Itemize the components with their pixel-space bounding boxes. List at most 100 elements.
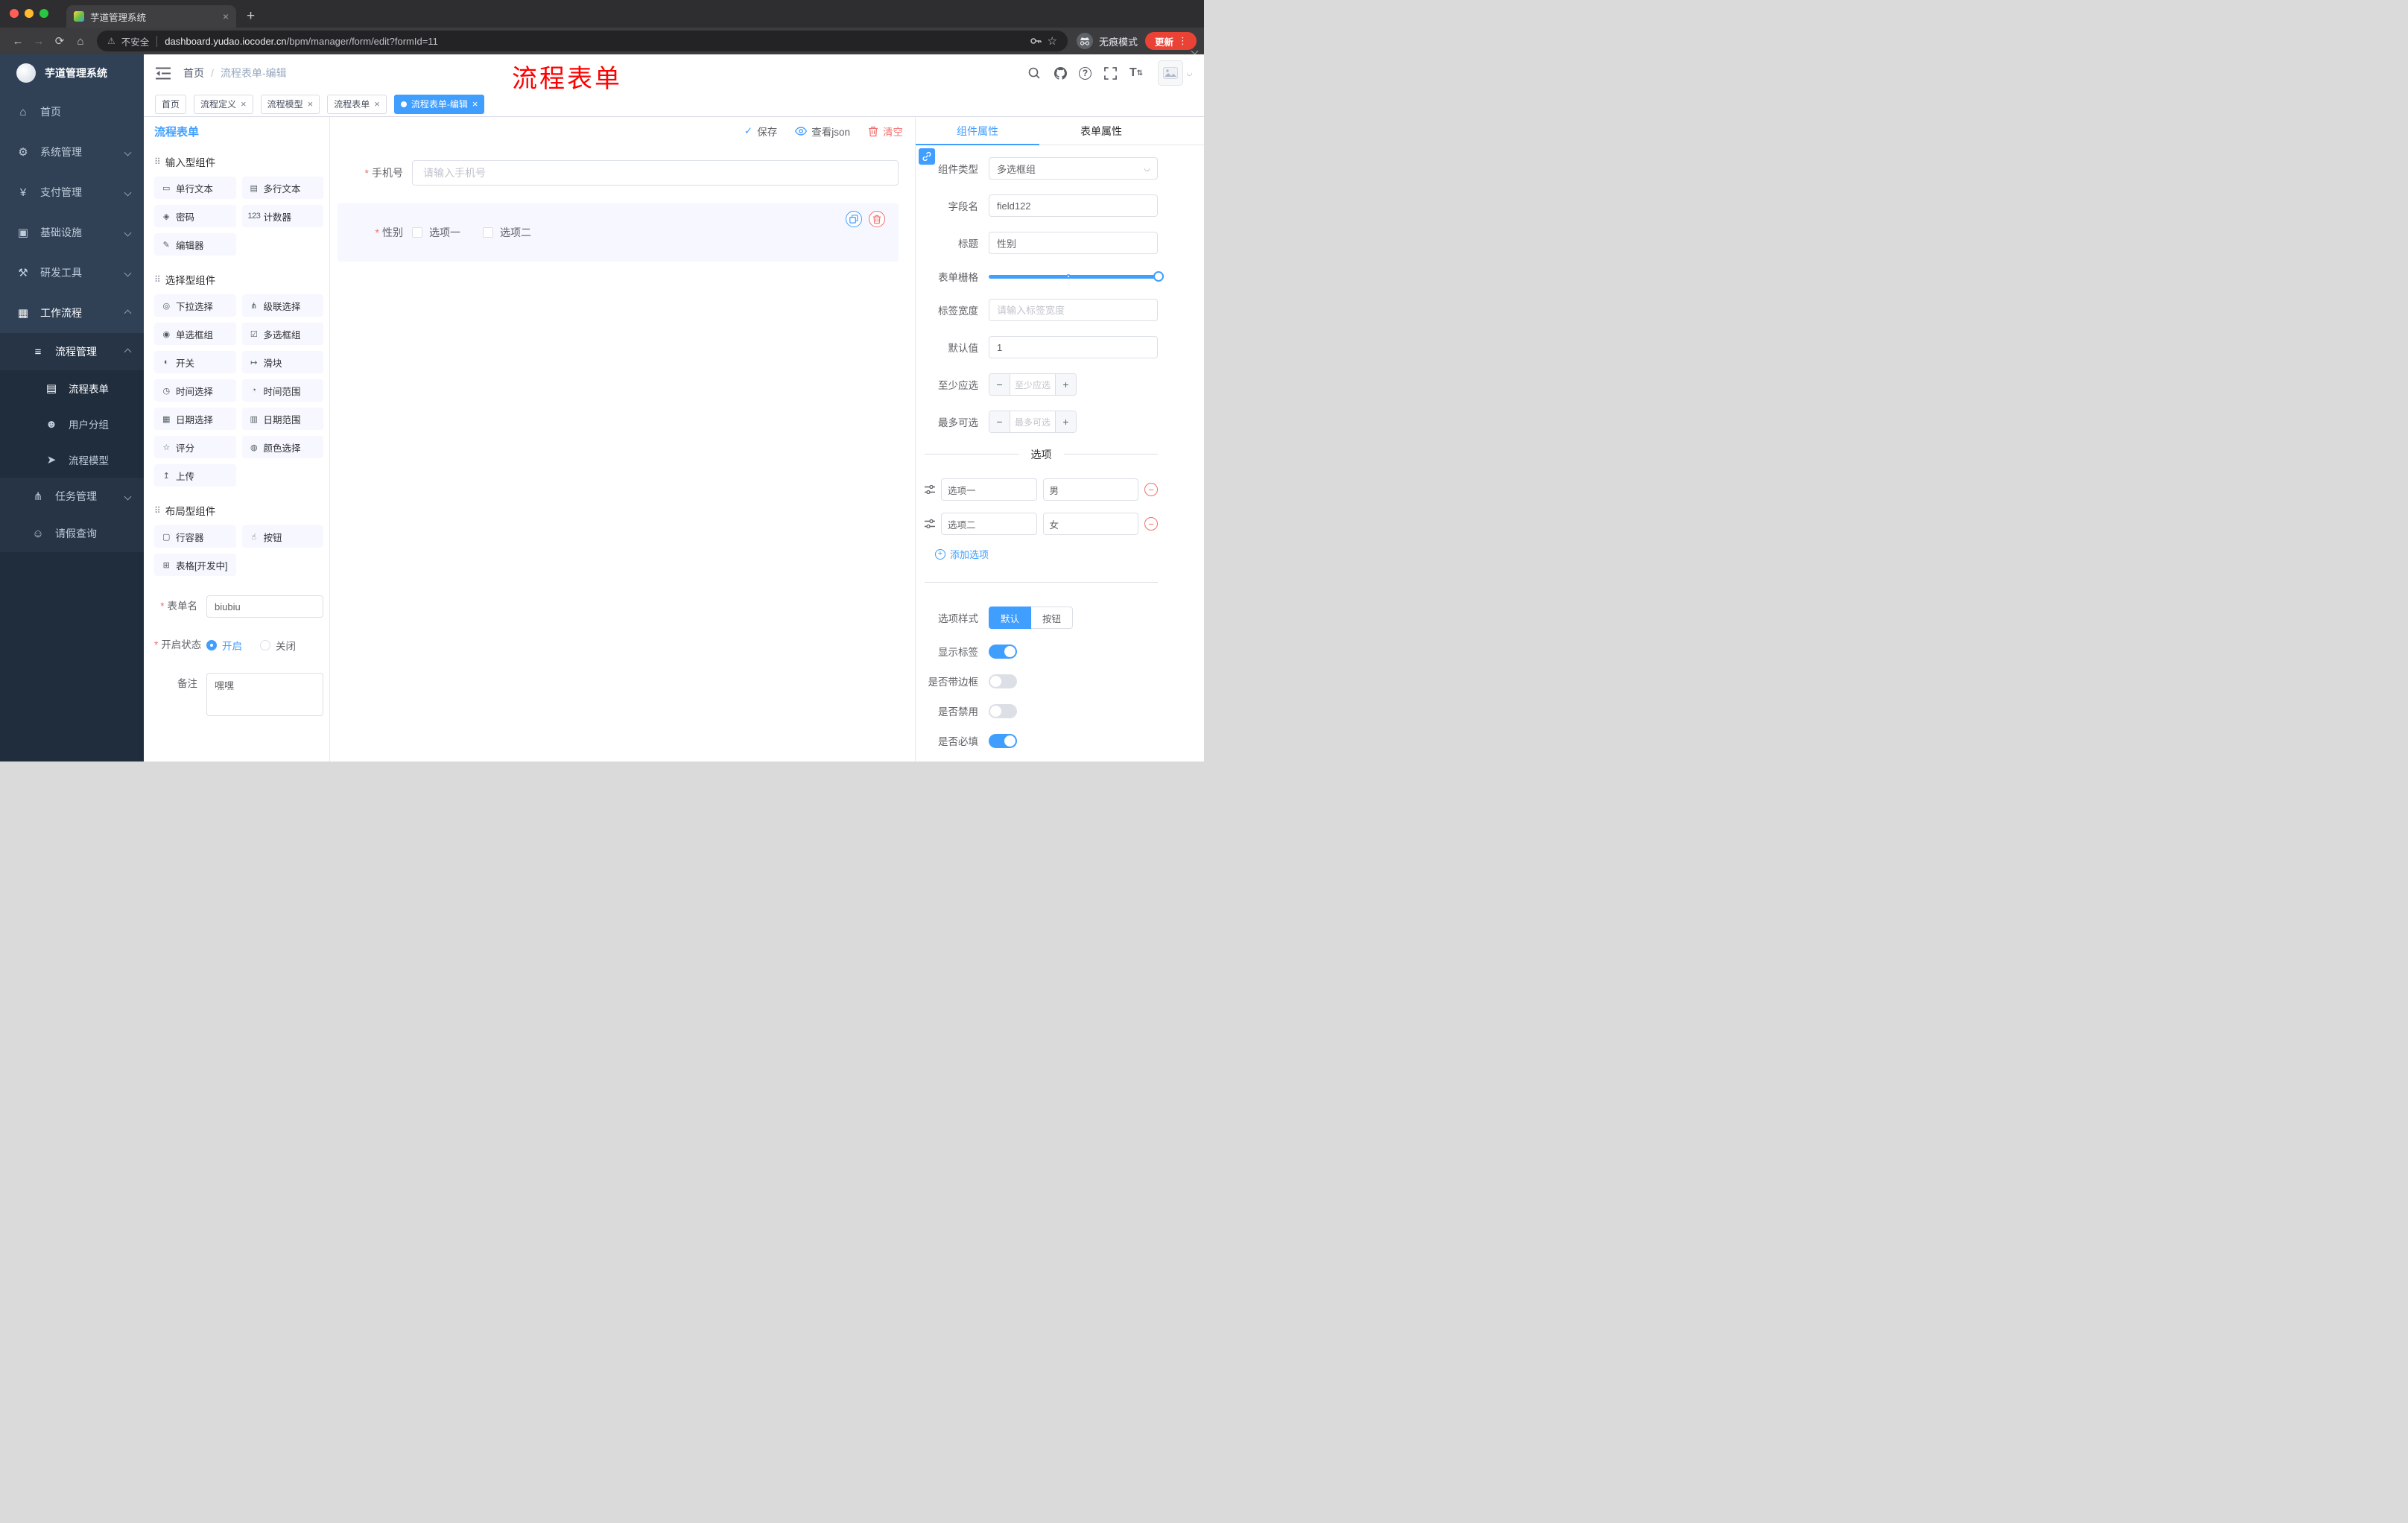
- forward-button[interactable]: →: [28, 31, 49, 51]
- github-icon[interactable]: [1053, 66, 1068, 80]
- style-button-button[interactable]: 按钮: [1031, 607, 1074, 629]
- tag-process-definition[interactable]: 流程定义 ×: [194, 94, 253, 114]
- sidebar-item-task-management[interactable]: ⋔ 任务管理: [0, 478, 144, 515]
- close-icon[interactable]: ×: [374, 99, 380, 109]
- palette-item-checkbox-group[interactable]: ☑ 多选框组: [241, 323, 323, 345]
- option-drag-handle-icon[interactable]: [925, 519, 935, 528]
- tab-form-props[interactable]: 表单属性: [1039, 117, 1163, 145]
- slider-handle[interactable]: [1153, 271, 1164, 282]
- browser-update-button[interactable]: 更新 ⋮: [1144, 32, 1197, 50]
- default-value-input[interactable]: [989, 336, 1158, 358]
- palette-item-color-picker[interactable]: ◍ 颜色选择: [241, 436, 323, 458]
- user-menu[interactable]: [1158, 60, 1194, 86]
- sidebar-item-payment-management[interactable]: ¥ 支付管理: [0, 172, 144, 212]
- disabled-switch[interactable]: [989, 703, 1017, 718]
- label-width-input[interactable]: [989, 299, 1158, 321]
- incognito-badge[interactable]: 无痕模式: [1076, 33, 1138, 49]
- font-size-icon[interactable]: T ⇅: [1129, 66, 1144, 80]
- component-type-select[interactable]: 多选框组: [989, 157, 1158, 180]
- palette-item-time-range[interactable]: ◔ 时间范围: [241, 379, 323, 402]
- tag-process-form[interactable]: 流程表单 ×: [327, 94, 387, 114]
- palette-item-row-container[interactable]: ▢ 行容器: [154, 525, 236, 548]
- address-bar[interactable]: ⚠ 不安全 dashboard.yudao.iocoder.cn/bpm/man…: [97, 31, 1068, 51]
- max-select-value[interactable]: 最多可选: [1010, 411, 1055, 432]
- slider-track[interactable]: [989, 274, 1158, 279]
- browser-menu-icon[interactable]: ⋮: [1173, 35, 1193, 47]
- sidebar-item-home[interactable]: ⌂ 首页: [0, 92, 144, 132]
- option-2-name-input[interactable]: [941, 513, 1037, 535]
- tab-component-props[interactable]: 组件属性: [916, 117, 1039, 145]
- palette-item-editor[interactable]: ✎ 编辑器: [154, 233, 236, 256]
- field-name-input[interactable]: [989, 194, 1158, 217]
- palette-item-multi-line-text[interactable]: ▤ 多行文本: [241, 177, 323, 199]
- option-1-name-input[interactable]: [941, 478, 1037, 501]
- copy-component-button[interactable]: [846, 211, 862, 227]
- palette-item-upload[interactable]: ↥ 上传: [154, 464, 236, 487]
- sidebar-item-process-management[interactable]: ≡ 流程管理: [0, 333, 144, 370]
- status-on-radio[interactable]: 开启: [206, 638, 242, 653]
- gender-option-1-checkbox[interactable]: 选项一: [412, 225, 460, 240]
- canvas-body[interactable]: 手机号 性别 选项一 选项二: [330, 145, 915, 762]
- style-default-button[interactable]: 默认: [989, 607, 1032, 629]
- palette-item-date-picker[interactable]: ▦ 日期选择: [154, 408, 236, 430]
- increase-button[interactable]: +: [1055, 411, 1076, 432]
- palette-item-time-picker[interactable]: ◷ 时间选择: [154, 379, 236, 402]
- title-input[interactable]: [989, 232, 1158, 254]
- help-icon[interactable]: ?: [1079, 66, 1091, 80]
- tab-close-icon[interactable]: ×: [223, 11, 229, 22]
- delete-component-button[interactable]: [869, 211, 885, 227]
- palette-item-date-range[interactable]: ▥ 日期范围: [241, 408, 323, 430]
- palette-item-radio-group[interactable]: ◉ 单选框组: [154, 323, 236, 345]
- form-grid-slider[interactable]: [989, 270, 1164, 282]
- sidebar-item-process-form[interactable]: ▤ 流程表单: [0, 370, 144, 406]
- palette-item-select[interactable]: ◎ 下拉选择: [154, 294, 236, 317]
- decrease-button[interactable]: −: [989, 411, 1010, 432]
- link-icon[interactable]: [919, 148, 935, 165]
- remove-option-button[interactable]: −: [1144, 483, 1158, 496]
- sidebar-item-process-model[interactable]: ➤ 流程模型: [0, 442, 144, 478]
- increase-button[interactable]: +: [1055, 374, 1076, 395]
- hamburger-fold-icon[interactable]: [156, 67, 171, 80]
- status-off-radio[interactable]: 关闭: [260, 638, 296, 653]
- search-icon[interactable]: [1027, 66, 1042, 80]
- save-button[interactable]: ✓ 保存: [744, 124, 777, 139]
- min-select-value[interactable]: 至少应选: [1010, 374, 1055, 395]
- palette-item-slider[interactable]: ↦ 滑块: [241, 351, 323, 373]
- sidebar-item-leave-query[interactable]: ☺ 请假查询: [0, 515, 144, 552]
- password-key-icon[interactable]: [1030, 35, 1042, 47]
- form-remark-textarea[interactable]: 嘿嘿: [206, 673, 323, 716]
- tag-home[interactable]: 首页: [155, 94, 187, 114]
- border-switch[interactable]: [989, 674, 1017, 688]
- palette-item-switch[interactable]: ◐ 开关: [154, 351, 236, 373]
- close-icon[interactable]: ×: [241, 99, 247, 109]
- gender-field-selected[interactable]: 性别 选项一 选项二: [338, 203, 899, 262]
- back-button[interactable]: ←: [7, 31, 28, 51]
- phone-field-row[interactable]: 手机号: [338, 160, 899, 186]
- new-tab-button[interactable]: +: [247, 8, 255, 25]
- decrease-button[interactable]: −: [989, 374, 1010, 395]
- gender-option-2-checkbox[interactable]: 选项二: [483, 225, 531, 240]
- tag-process-form-edit[interactable]: 流程表单-编辑 ×: [393, 94, 485, 114]
- palette-item-single-line-text[interactable]: ▭ 单行文本: [154, 177, 236, 199]
- reload-button[interactable]: ⟳: [49, 31, 70, 51]
- sidebar-item-system-management[interactable]: ⚙ 系统管理: [0, 132, 144, 172]
- fullscreen-icon[interactable]: [1103, 66, 1118, 80]
- show-label-switch[interactable]: [989, 644, 1017, 659]
- palette-item-rate[interactable]: ☆ 评分: [154, 436, 236, 458]
- zoom-window-button[interactable]: [39, 9, 48, 18]
- palette-item-counter[interactable]: 123 计数器: [241, 205, 323, 227]
- minimize-window-button[interactable]: [25, 9, 34, 18]
- sidebar-item-user-group[interactable]: ☻ 用户分组: [0, 406, 144, 442]
- palette-item-password[interactable]: ◈ 密码: [154, 205, 236, 227]
- browser-tab[interactable]: 芋道管理系统 ×: [66, 5, 236, 28]
- add-option-button[interactable]: + 添加选项: [935, 547, 1158, 561]
- palette-item-table[interactable]: ⊞ 表格[开发中]: [154, 554, 236, 576]
- close-icon[interactable]: ×: [472, 99, 478, 109]
- option-1-value-input[interactable]: [1042, 478, 1138, 501]
- clear-button[interactable]: 清空: [868, 124, 903, 139]
- palette-item-button[interactable]: ☝ 按钮: [241, 525, 323, 548]
- bookmark-star-icon[interactable]: ☆: [1048, 34, 1057, 48]
- close-window-button[interactable]: [10, 9, 19, 18]
- remove-option-button[interactable]: −: [1144, 517, 1158, 531]
- palette-item-cascader[interactable]: ⋔ 级联选择: [241, 294, 323, 317]
